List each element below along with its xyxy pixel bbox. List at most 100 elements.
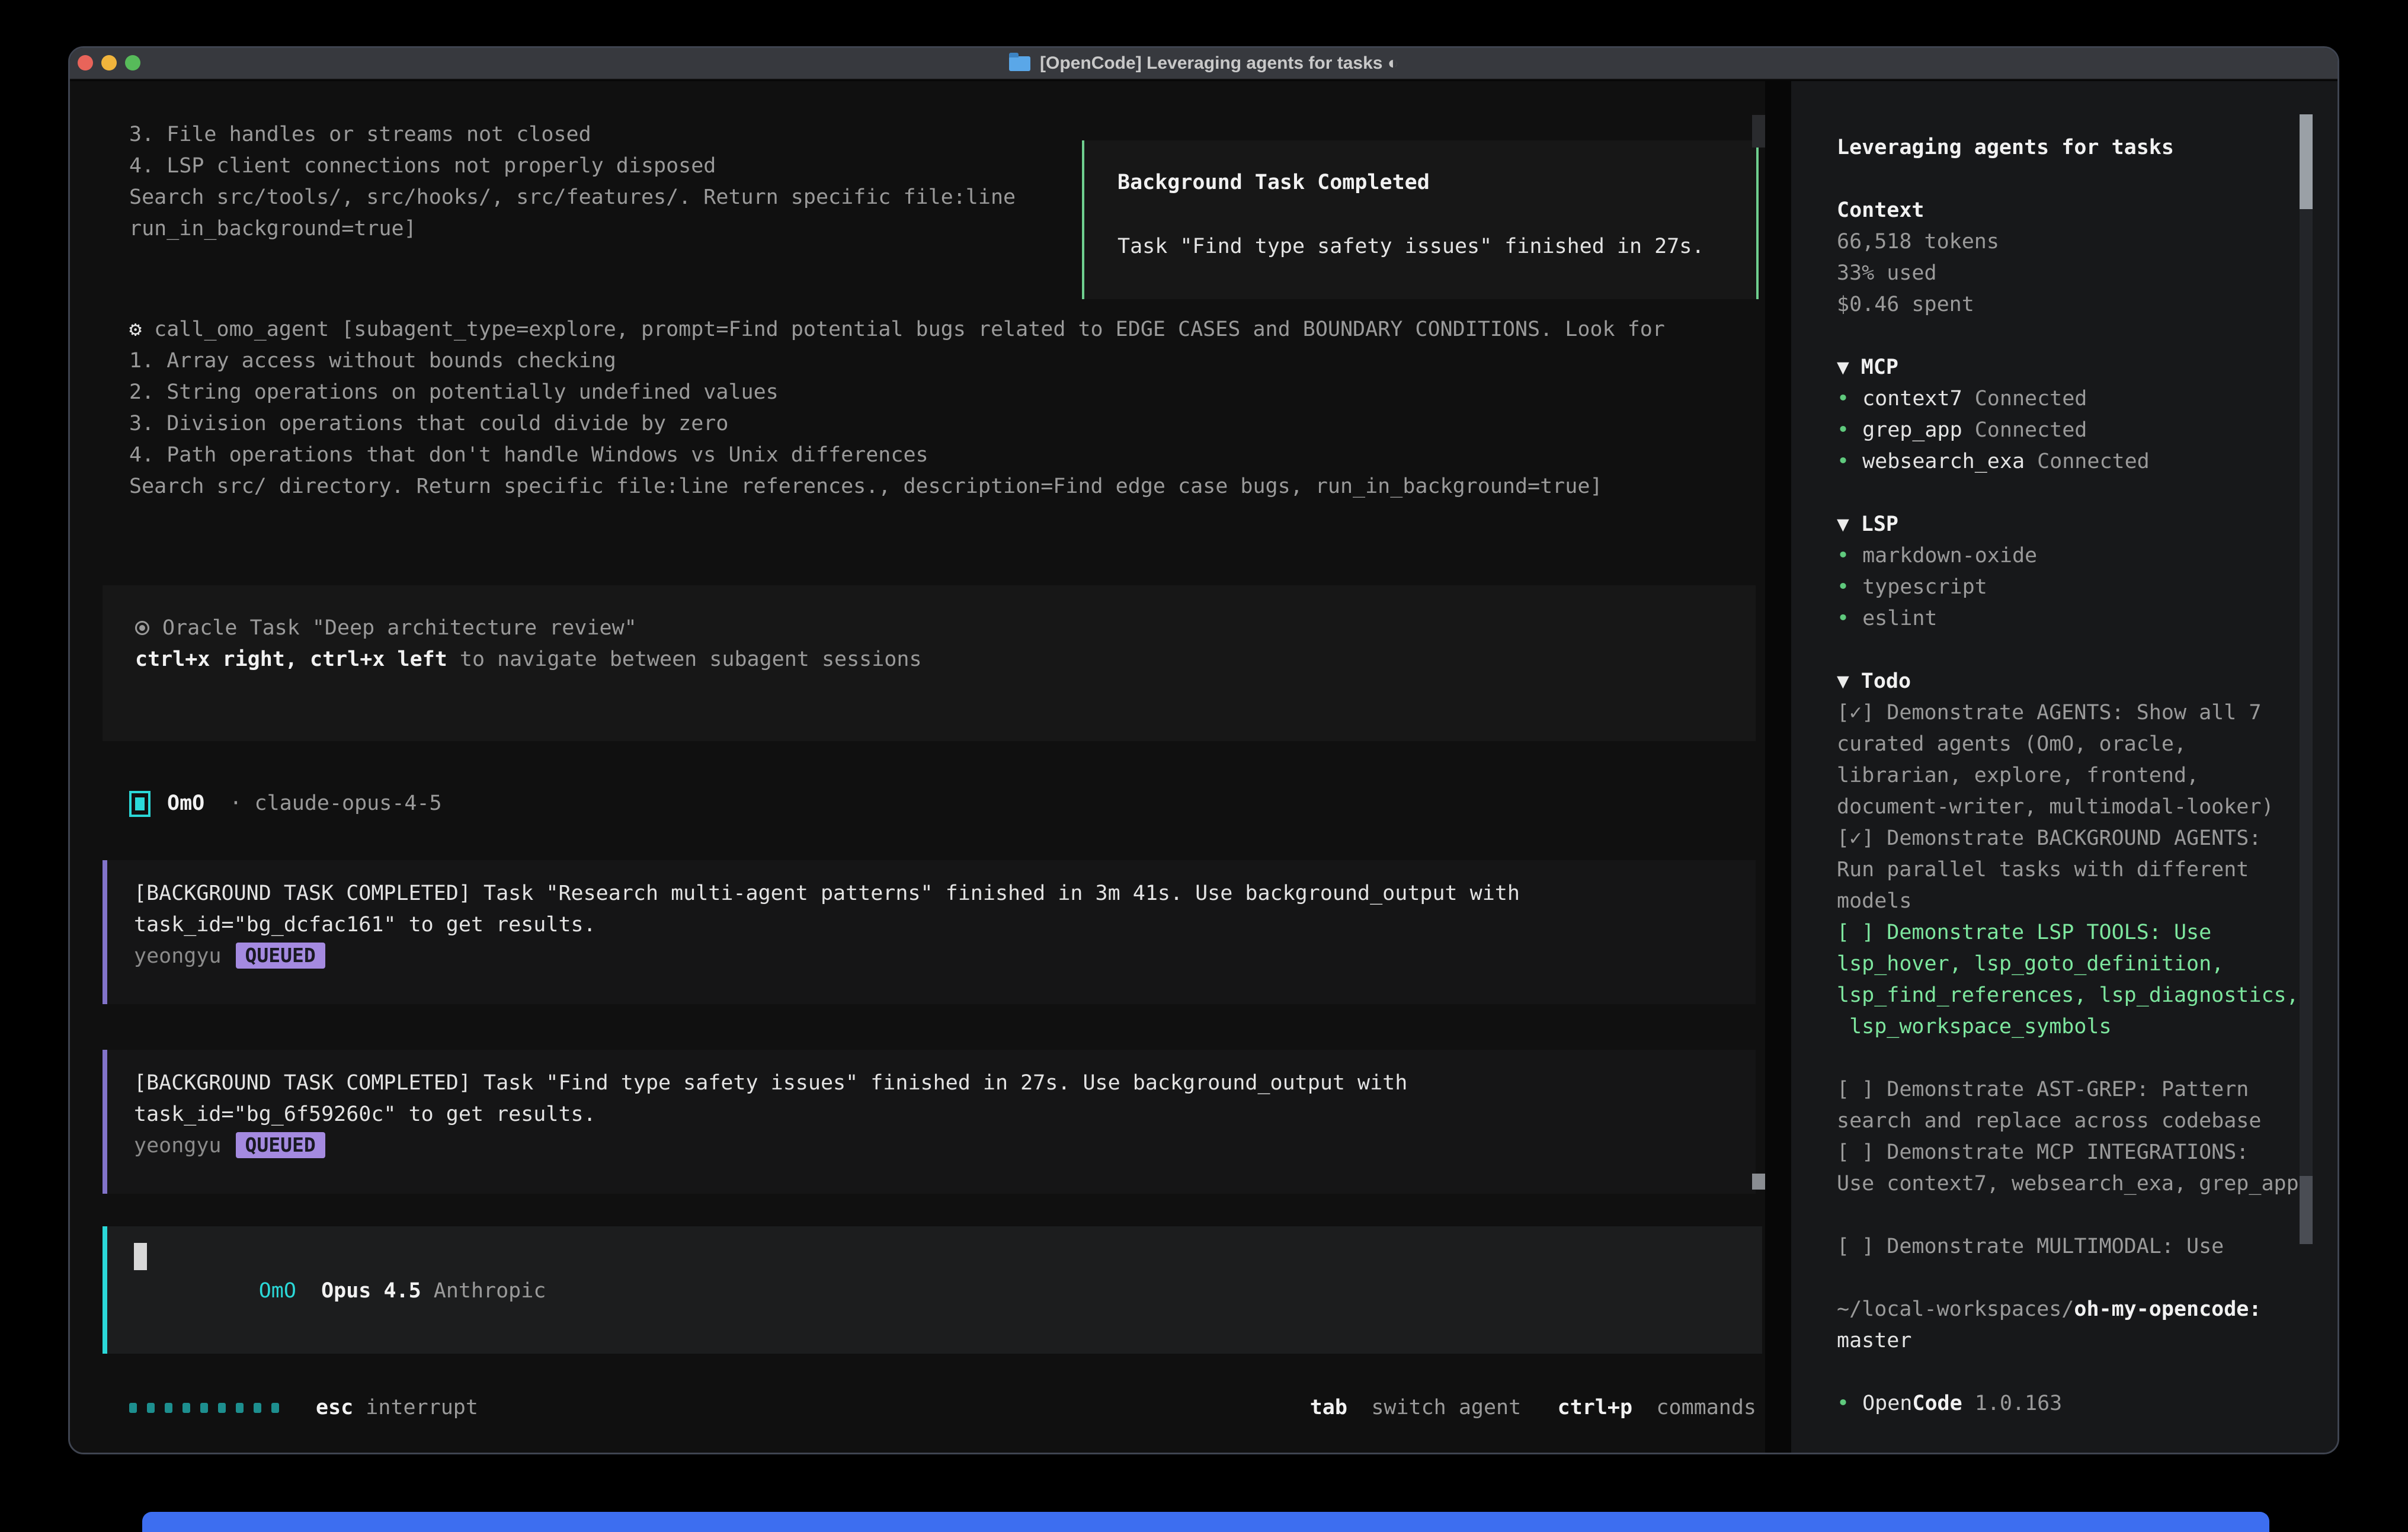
- mcp-heading: MCP: [1861, 355, 1898, 379]
- background-task-toast: Background Task Completed Task "Find typ…: [1082, 140, 1759, 299]
- sidebar-panel: Leveraging agents for tasks Context 66,5…: [1791, 81, 2337, 1453]
- tab-label: switch agent: [1371, 1396, 1521, 1419]
- close-window-button[interactable]: [78, 55, 93, 70]
- workspace-branch: master: [1837, 1325, 2337, 1357]
- mcp-name: context7: [1862, 387, 1962, 411]
- status-dot-icon: •: [1837, 450, 1849, 473]
- status-bar: esc interrupt tab switch agent ctrl+p co…: [129, 1392, 1756, 1424]
- hint-text: to navigate between subagent sessions: [447, 648, 922, 671]
- status-dot-icon: •: [1837, 544, 1849, 568]
- minimize-window-button[interactable]: [101, 55, 117, 70]
- workspace-repo: oh-my-opencode:: [2074, 1297, 2261, 1321]
- separator: ·: [229, 788, 242, 819]
- todo-line-active: [ ] Demonstrate LSP TOOLS: Use: [1837, 917, 2337, 948]
- context-spent: $0.46 spent: [1837, 289, 2337, 320]
- spacer-text: [1527, 1396, 1552, 1419]
- agent-model-name: claude-opus-4-5: [255, 788, 442, 819]
- todo-line-done: Run parallel tasks with different: [1837, 854, 2337, 886]
- app-name-regular: Open: [1862, 1392, 1912, 1415]
- lsp-name: typescript: [1862, 575, 1987, 599]
- mcp-name: grep_app: [1862, 418, 1962, 442]
- message-meta: yeongyu QUEUED: [134, 1130, 1756, 1162]
- context-used: 33% used: [1837, 258, 2337, 289]
- cmd-label: commands: [1656, 1396, 1756, 1419]
- sidebar-scrollbar-track[interactable]: [2300, 114, 2313, 1244]
- tool-call-tail: Search src/ directory. Return specific f…: [129, 471, 1665, 502]
- message-line: task_id="bg_6f59260c" to get results.: [134, 1099, 1756, 1130]
- status-left: esc interrupt: [129, 1392, 478, 1424]
- message-user: yeongyu: [134, 944, 222, 968]
- message-line: task_id="bg_dcfac161" to get results.: [134, 909, 1756, 941]
- oracle-task-banner: Oracle Task "Deep architecture review" c…: [103, 585, 1756, 741]
- mcp-section-header[interactable]: ▼MCP: [1837, 352, 2337, 383]
- lsp-name: eslint: [1862, 607, 1937, 630]
- agent-name: OmO: [167, 788, 204, 819]
- message-meta: yeongyuQUEUED: [134, 941, 1756, 972]
- todo-line-done: models: [1837, 886, 2337, 917]
- status-dot-icon: •: [1837, 1392, 1849, 1415]
- esc-key-hint: esc: [316, 1392, 353, 1424]
- tool-call-list-item: 2. String operations on potentially unde…: [129, 377, 1665, 408]
- lsp-heading: LSP: [1861, 512, 1898, 536]
- separator-dot: [204, 788, 229, 819]
- todo-section-header[interactable]: ▼Todo: [1837, 666, 2337, 697]
- todo-line-done: curated agents (OmO, oracle,: [1837, 729, 2337, 760]
- queued-badge: QUEUED: [236, 1132, 325, 1158]
- window-title: [OpenCode] Leveraging agents for tasks ◐: [1040, 53, 1398, 73]
- chevron-down-icon: ▼: [1837, 515, 1849, 534]
- lsp-section-header[interactable]: ▼ LSP: [1837, 509, 2337, 540]
- window-titlebar[interactable]: [OpenCode] Leveraging agents for tasks ◐: [70, 48, 2337, 80]
- text-line: Search src/tools/, src/hooks/, src/featu…: [129, 182, 1016, 213]
- input-provider: Anthropic: [434, 1279, 546, 1303]
- dock-strip: [142, 1512, 2269, 1532]
- toast-title: Background Task Completed: [1117, 167, 1756, 198]
- mcp-name: websearch_exa: [1862, 450, 2025, 473]
- chat-scrollbar-thumb[interactable]: [1752, 115, 1765, 148]
- todo-line-pending: [ ] Demonstrate MULTIMODAL: Use: [1837, 1231, 2337, 1262]
- todo-scrollbar-thumb[interactable]: [2300, 1176, 2313, 1244]
- desktop: [OpenCode] Leveraging agents for tasks ◐…: [0, 0, 2408, 1532]
- status-right: tab switch agent ctrl+p commands: [1310, 1392, 1756, 1424]
- lsp-item: • eslint: [1837, 603, 2337, 634]
- todo-line-active: lsp_workspace_symbols: [1837, 1011, 2337, 1043]
- todo-line-active: lsp_find_references, lsp_diagnostics,: [1837, 980, 2337, 1011]
- context-heading: Context: [1837, 195, 2337, 226]
- esc-label: interrupt: [366, 1392, 478, 1424]
- mcp-status: Connected: [1975, 418, 2087, 442]
- todo-line-done: [✓] Demonstrate AGENTS: Show all 7: [1837, 697, 2337, 729]
- workspace-path: ~/local-workspaces/oh-my-opencode:: [1837, 1294, 2337, 1325]
- status-dot-icon: •: [1837, 387, 1849, 411]
- maximize-window-button[interactable]: [125, 55, 140, 70]
- tool-call-block: ⚙ call_omo_agent [subagent_type=explore,…: [129, 314, 1665, 502]
- todo-line-pending: [ ] Demonstrate MCP INTEGRATIONS:: [1837, 1137, 2337, 1168]
- todo-heading: Todo: [1861, 669, 1911, 693]
- todo-line-done: librarian, explore, frontend,: [1837, 760, 2337, 791]
- input-model-row: OmO Opus 4.5 Anthropic: [134, 1244, 546, 1338]
- text-line: run_in_background=true]: [129, 213, 1016, 245]
- input-model-name: Opus 4.5: [321, 1279, 421, 1303]
- status-dot-icon: •: [1837, 418, 1849, 442]
- text-line: 4. LSP client connections not properly d…: [129, 150, 1016, 182]
- activity-dots-icon: [129, 1403, 279, 1413]
- todo-line-pending: Use context7, websearch_exa, grep_app: [1837, 1168, 2337, 1200]
- status-dot-icon: •: [1837, 607, 1849, 630]
- session-title: Leveraging agents for tasks: [1837, 132, 2337, 164]
- chat-scrollbar-indicator[interactable]: [1752, 1174, 1765, 1190]
- tool-call-line: ⚙ call_omo_agent [subagent_type=explore,…: [129, 314, 1665, 345]
- prompt-input[interactable]: OmO Opus 4.5 Anthropic: [103, 1226, 1762, 1354]
- status-dot-icon: •: [1837, 575, 1849, 599]
- chat-panel: 3. File handles or streams not closed 4.…: [70, 81, 1765, 1453]
- agent-session-header[interactable]: OmO · claude-opus-4-5: [129, 788, 442, 819]
- sidebar-scrollbar-thumb[interactable]: [2300, 114, 2313, 209]
- text-line: 3. File handles or streams not closed: [129, 119, 1016, 150]
- mcp-item: • grep_app Connected: [1837, 415, 2337, 446]
- lsp-item: •markdown-oxide: [1837, 540, 2337, 572]
- message-line: [BACKGROUND TASK COMPLETED] Task "Find t…: [134, 1068, 1756, 1099]
- agent-checkbox-icon: [129, 791, 150, 817]
- mcp-item: •websearch_exa Connected: [1837, 446, 2337, 477]
- esc-key-label: [353, 1392, 366, 1424]
- input-agent-name: OmO: [259, 1279, 296, 1303]
- message-user: yeongyu: [134, 1134, 222, 1158]
- agent-model: [242, 788, 254, 819]
- toast-body: Task "Find type safety issues" finished …: [1117, 231, 1756, 262]
